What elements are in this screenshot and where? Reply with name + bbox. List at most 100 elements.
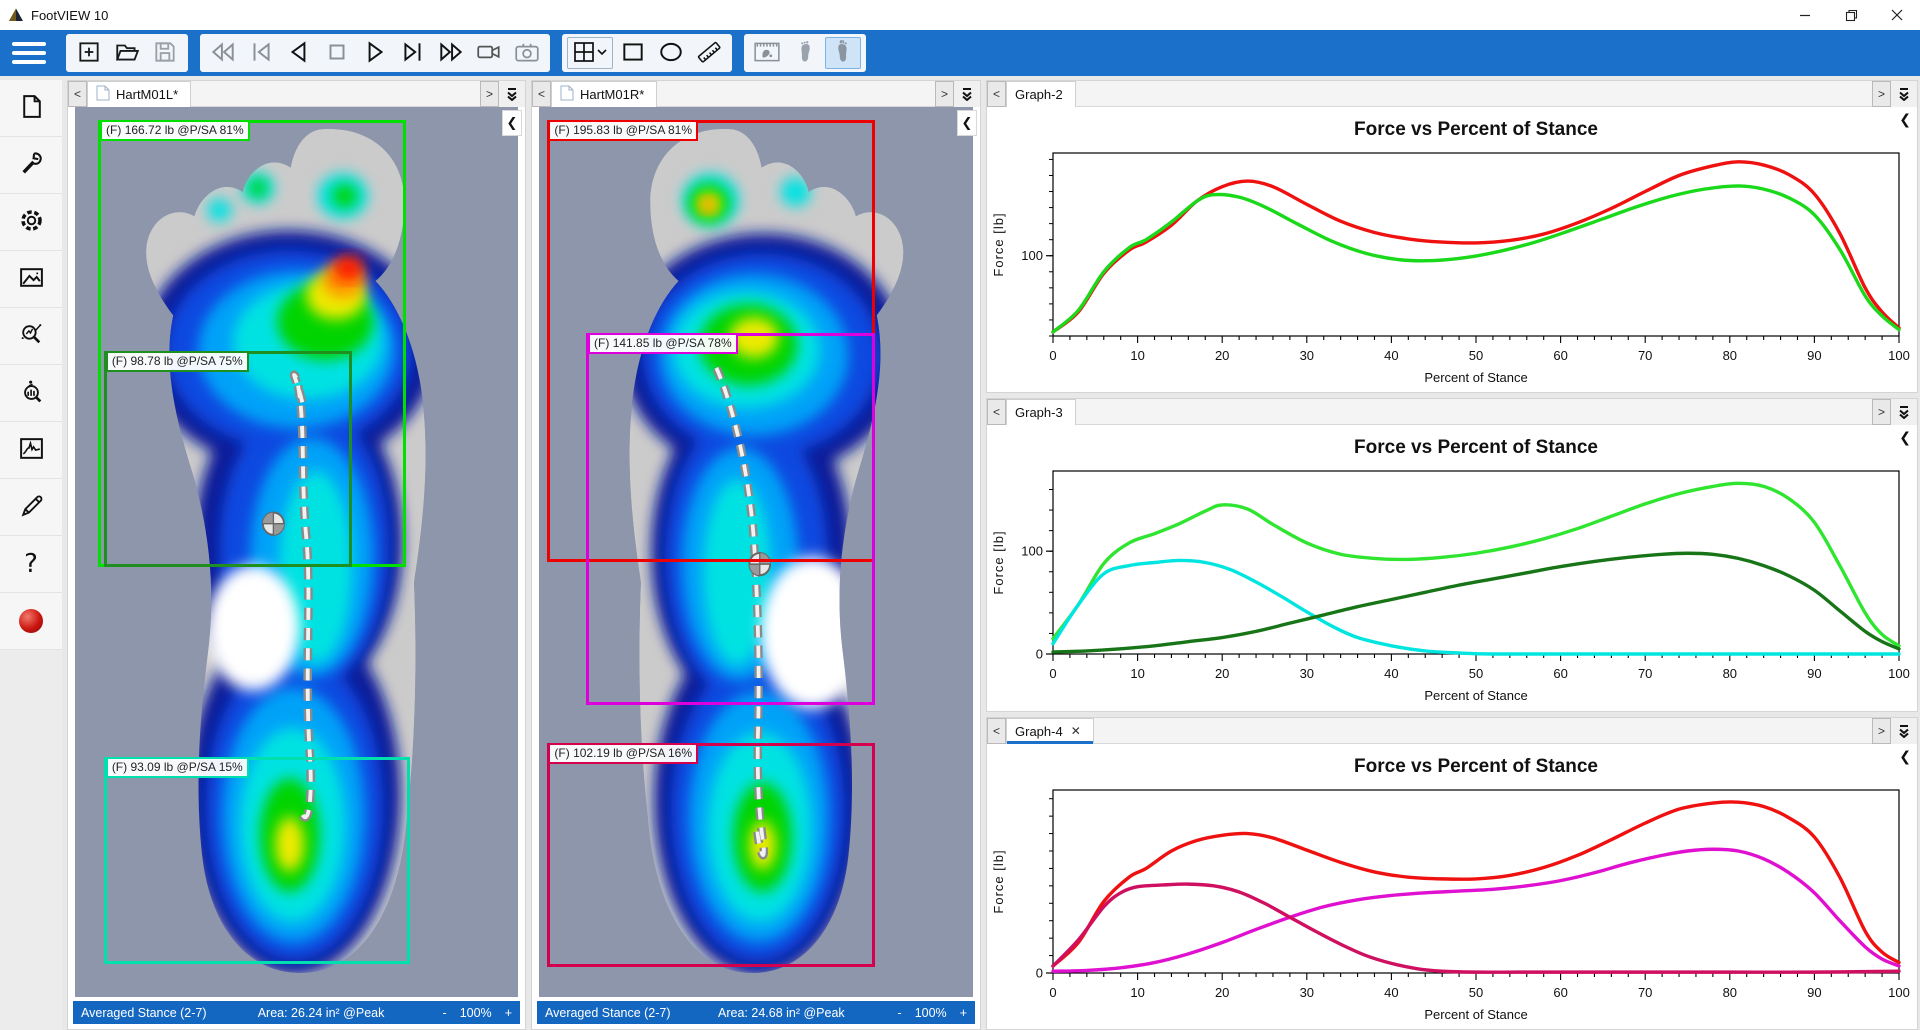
app-logo-icon xyxy=(8,7,24,23)
open-folder-icon xyxy=(114,39,140,68)
pressure-zone-2[interactable] xyxy=(586,333,875,705)
svg-text:Force [lb]: Force [lb] xyxy=(991,212,1006,276)
tab-scroll-right-button[interactable]: > xyxy=(1872,718,1891,744)
skip-end-icon xyxy=(400,39,426,68)
tab-scroll-right-button[interactable]: > xyxy=(1872,81,1891,107)
step-back-icon xyxy=(286,39,312,68)
left-foot-heatmap: (F) 166.72 lb @P/SA 81%(F) 98.78 lb @P/S… xyxy=(75,107,518,997)
tab-close-icon[interactable]: ✕ xyxy=(1071,724,1081,738)
zone-force-label-1: (F) 195.83 lb @P/SA 81% xyxy=(548,120,698,141)
tab-scroll-right-button[interactable]: > xyxy=(1872,399,1891,425)
replay-movie-button[interactable] xyxy=(749,37,785,69)
zone-force-label-3: (F) 93.09 lb @P/SA 15% xyxy=(106,757,249,778)
play-button[interactable] xyxy=(357,37,393,69)
tab-spacer xyxy=(1076,81,1872,107)
ruler-tool-button[interactable] xyxy=(691,37,727,69)
tab-scroll-left-button[interactable]: < xyxy=(987,81,1006,107)
series-left-midfoot xyxy=(1053,554,1899,653)
tab-scroll-left-button[interactable]: < xyxy=(987,399,1006,425)
record-video-button[interactable] xyxy=(471,37,507,69)
svg-text:Force [lb]: Force [lb] xyxy=(991,531,1006,595)
save-button[interactable] xyxy=(147,37,183,69)
sidebar-item-help[interactable]: ? xyxy=(0,536,62,593)
zoom-in-button[interactable]: + xyxy=(960,1006,967,1020)
svg-text:40: 40 xyxy=(1384,348,1398,363)
series-left-foot-total xyxy=(1053,186,1899,332)
area-label: Area: 26.24 in² @Peak xyxy=(258,1006,443,1020)
graph-3-tabbar: < Graph-3 > xyxy=(987,399,1917,425)
graph-2-collapse-button[interactable]: ❮ xyxy=(1899,111,1911,128)
tab-scroll-left-button[interactable]: < xyxy=(987,718,1006,744)
restore-button[interactable] xyxy=(1828,0,1874,30)
graph-2-panel: < Graph-2 > ❮ 0102030405060708090100100F… xyxy=(986,80,1918,393)
svg-text:100: 100 xyxy=(1021,248,1043,263)
sidebar-item-tools[interactable] xyxy=(0,137,62,194)
graph-3-collapse-button[interactable]: ❮ xyxy=(1899,429,1911,446)
tab-graph-4[interactable]: Graph-4 ✕ xyxy=(1006,718,1094,744)
sidebar-item-analysis[interactable] xyxy=(0,308,62,365)
ellipse-tool-button[interactable] xyxy=(653,37,689,69)
fast-forward-button[interactable] xyxy=(433,37,469,69)
sidebar-item-graphs[interactable] xyxy=(0,422,62,479)
zoom-level: 100% xyxy=(460,1006,492,1020)
rewind-button[interactable] xyxy=(205,37,241,69)
tab-list-button[interactable] xyxy=(499,81,525,107)
tab-list-button[interactable] xyxy=(954,81,980,107)
rectangle-tool-button[interactable] xyxy=(615,37,651,69)
svg-text:10: 10 xyxy=(1130,666,1144,681)
pressure-zone-2[interactable] xyxy=(104,351,352,567)
tab-list-button[interactable] xyxy=(1891,718,1917,744)
view-layout-button[interactable] xyxy=(567,37,613,69)
show-right-foot-button[interactable] xyxy=(825,37,861,69)
tab-spacer xyxy=(1094,718,1872,744)
sidebar-item-record[interactable] xyxy=(0,593,62,650)
graph-2-body: ❮ 0102030405060708090100100Force vs Perc… xyxy=(987,107,1917,392)
stop-button[interactable] xyxy=(319,37,355,69)
tab-scroll-right-button[interactable]: > xyxy=(480,81,499,107)
tab-hartm01r[interactable]: HartM01R* xyxy=(551,81,657,107)
pressure-zone-3[interactable] xyxy=(104,757,410,963)
sidebar-item-settings[interactable] xyxy=(0,194,62,251)
svg-text:Percent of Stance: Percent of Stance xyxy=(1424,688,1527,703)
left-foot-collapse-button[interactable]: ❮ xyxy=(502,110,522,136)
tab-graph-3[interactable]: Graph-3 xyxy=(1006,399,1076,425)
stop-icon xyxy=(324,39,350,68)
chart-svg: 0102030405060708090100100Force vs Percen… xyxy=(987,107,1917,392)
svg-text:80: 80 xyxy=(1723,666,1737,681)
zoom-in-button[interactable]: + xyxy=(505,1006,512,1020)
zoom-out-button[interactable]: - xyxy=(898,1006,902,1020)
show-left-foot-button[interactable] xyxy=(787,37,823,69)
tab-scroll-right-button[interactable]: > xyxy=(935,81,954,107)
pressure-zone-3[interactable] xyxy=(547,743,875,967)
new-measurement-button[interactable] xyxy=(71,37,107,69)
skip-to-start-button[interactable] xyxy=(243,37,279,69)
sidebar-item-images[interactable] xyxy=(0,251,62,308)
zoom-out-button[interactable]: - xyxy=(443,1006,447,1020)
svg-text:50: 50 xyxy=(1469,666,1483,681)
step-back-button[interactable] xyxy=(281,37,317,69)
sidebar-item-document[interactable] xyxy=(0,80,62,137)
sidebar-item-gait-analysis[interactable] xyxy=(0,365,62,422)
snapshot-button[interactable] xyxy=(509,37,545,69)
skip-to-end-button[interactable] xyxy=(395,37,431,69)
tab-scroll-left-button[interactable]: < xyxy=(68,81,87,107)
graph-4-collapse-button[interactable]: ❮ xyxy=(1899,748,1911,765)
tab-scroll-left-button[interactable]: < xyxy=(532,81,551,107)
tab-hartm01l[interactable]: HartM01L* xyxy=(87,81,191,107)
app-title: FootVIEW 10 xyxy=(31,8,108,23)
close-button[interactable] xyxy=(1874,0,1920,30)
tab-list-button[interactable] xyxy=(1891,81,1917,107)
tab-graph-2[interactable]: Graph-2 xyxy=(1006,81,1076,107)
series-right-heel xyxy=(1053,884,1899,972)
open-file-button[interactable] xyxy=(109,37,145,69)
minimize-button[interactable] xyxy=(1782,0,1828,30)
svg-text:90: 90 xyxy=(1807,985,1821,1000)
menu-button[interactable] xyxy=(6,36,52,70)
right-foot-content: (F) 195.83 lb @P/SA 81%(F) 141.85 lb @P/… xyxy=(532,107,980,1029)
right-foot-collapse-button[interactable]: ❮ xyxy=(957,110,977,136)
tab-list-button[interactable] xyxy=(1891,399,1917,425)
sidebar-item-annotate[interactable] xyxy=(0,479,62,536)
svg-text:Percent of Stance: Percent of Stance xyxy=(1424,1007,1527,1022)
svg-text:60: 60 xyxy=(1553,666,1567,681)
graph-4-tabbar: < Graph-4 ✕ > xyxy=(987,718,1917,744)
